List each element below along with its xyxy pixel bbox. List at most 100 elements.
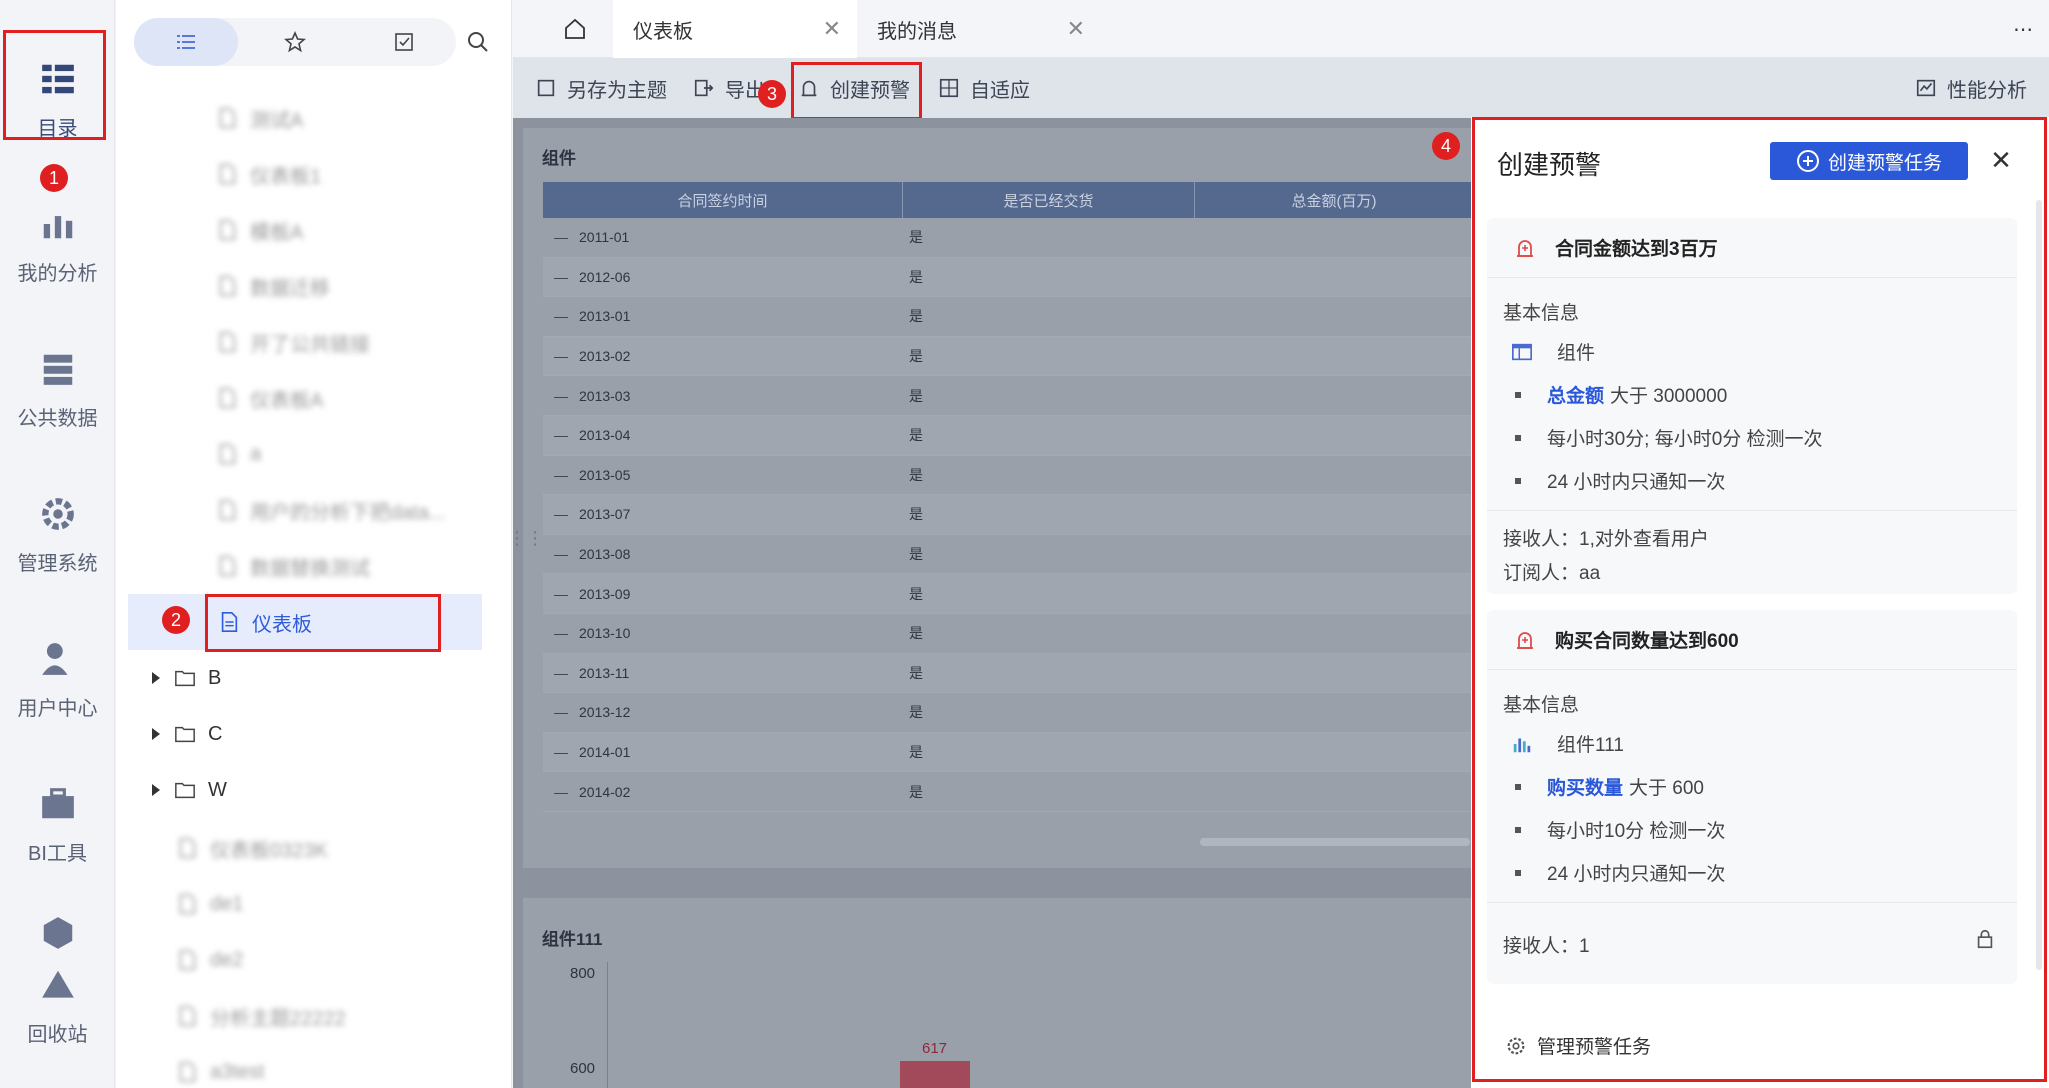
tasks-tab[interactable] — [352, 18, 456, 66]
table-row[interactable]: —2013-05 是 — [543, 456, 1473, 496]
tree-item[interactable]: 模板A — [116, 202, 512, 258]
expand-caret-icon[interactable] — [152, 728, 160, 740]
rail-item-analysis[interactable]: 我的分析 — [0, 175, 115, 315]
rail-item-recycle[interactable]: 回收站 — [0, 900, 115, 1060]
alert-card[interactable]: 合同金额达到3百万 基本信息 组件 总金额 大于 3000000 每小时30分;… — [1487, 218, 2017, 594]
row-collapse-icon[interactable]: — — [543, 784, 579, 800]
catalog-view-tabs — [134, 18, 554, 68]
table-cell: 2013-01 — [579, 308, 631, 325]
list-view-tab[interactable] — [134, 18, 238, 66]
expand-caret-icon[interactable] — [152, 784, 160, 796]
rail-label: BI工具 — [28, 842, 87, 865]
manage-alert-tasks-link[interactable]: 管理预警任务 — [1505, 1032, 1651, 1059]
tree-item[interactable]: de2 — [116, 932, 512, 988]
horizontal-scrollbar[interactable] — [1200, 838, 1470, 846]
document-icon — [219, 220, 236, 240]
table-row[interactable]: —2013-12 是 — [543, 693, 1473, 733]
table-cell: 2013-04 — [579, 427, 631, 444]
condition-text: 大于 3000000 — [1610, 386, 1728, 407]
row-collapse-icon[interactable]: — — [543, 625, 579, 641]
expand-caret-icon[interactable] — [152, 672, 160, 684]
tree-item[interactable]: 数据迁移 — [116, 258, 512, 314]
row-collapse-icon[interactable]: — — [543, 704, 579, 720]
folder-c[interactable]: C — [116, 706, 512, 762]
table-row[interactable]: —2013-04 是 — [543, 415, 1473, 456]
highlight-box-dashboard — [205, 594, 441, 652]
rail-item-bi-tools[interactable]: BI工具 — [0, 755, 115, 895]
bullet — [1515, 434, 1521, 441]
row-collapse-icon[interactable]: — — [543, 744, 579, 760]
tree-item[interactable]: de1 — [116, 876, 512, 932]
folder-w[interactable]: W — [116, 762, 512, 818]
resize-handle[interactable]: ⋮⋮ — [508, 528, 544, 549]
adaptive-button[interactable]: 自适应 — [938, 58, 1030, 118]
table-row[interactable]: —2013-09 是 — [543, 574, 1473, 614]
panel-scrollbar[interactable] — [2036, 200, 2042, 970]
table-row[interactable]: —2013-03 是 — [543, 376, 1473, 416]
export-button[interactable]: 导出 — [693, 58, 765, 118]
subscribers-text: 订阅人：aa — [1503, 563, 1601, 584]
column-header[interactable]: 总金额(百万) — [1195, 182, 1473, 218]
favorites-tab[interactable] — [243, 18, 347, 66]
table-row[interactable]: —2013-02 是 — [543, 336, 1473, 377]
close-panel-icon[interactable]: ✕ — [1986, 145, 2016, 175]
row-collapse-icon[interactable]: — — [543, 467, 579, 483]
metric-name: 购买数量 — [1547, 778, 1624, 799]
close-tab-icon[interactable]: ✕ — [823, 16, 841, 42]
tree-item[interactable]: 仪表板1 — [116, 146, 512, 202]
tree-item[interactable]: a — [116, 426, 512, 482]
row-collapse-icon[interactable]: — — [543, 546, 579, 562]
tree-item-label: a3test — [210, 1060, 265, 1083]
rail-item-user-center[interactable]: 用户中心 — [0, 610, 115, 750]
tree-item[interactable]: 测试A — [116, 90, 512, 146]
table-cell: 是 — [909, 348, 923, 365]
table-row[interactable]: —2013-07 是 — [543, 495, 1473, 535]
table-row[interactable]: —2013-11 是 — [543, 653, 1473, 694]
bullet — [1515, 826, 1521, 833]
more-menu-button[interactable]: ⋯ — [2003, 0, 2043, 58]
performance-button[interactable]: 性能分析 — [1915, 58, 2027, 118]
table-row[interactable]: —2013-01 是 — [543, 297, 1473, 337]
table-icon — [1512, 343, 1532, 360]
row-collapse-icon[interactable]: — — [543, 586, 579, 602]
row-collapse-icon[interactable]: — — [543, 427, 579, 443]
row-collapse-icon[interactable]: — — [543, 229, 579, 245]
row-collapse-icon[interactable]: — — [543, 506, 579, 522]
save-as-topic-button[interactable]: 另存为主题 — [535, 58, 667, 118]
table-row[interactable]: —2011-01 是 — [543, 218, 1473, 258]
lock-icon[interactable] — [1974, 928, 1996, 950]
table-row[interactable]: —2012-06 是 — [543, 257, 1473, 298]
widget-title: 组件 — [542, 149, 576, 168]
tree-item[interactable]: 开了公共链接 — [116, 314, 512, 370]
home-tab[interactable] — [537, 0, 613, 58]
search-button[interactable] — [448, 18, 508, 66]
tab-dashboard[interactable]: 仪表板 ✕ — [613, 0, 857, 58]
column-header[interactable]: 合同签约时间 — [543, 182, 903, 218]
folder-b[interactable]: B — [116, 650, 512, 706]
row-collapse-icon[interactable]: — — [543, 269, 579, 285]
document-icon — [219, 444, 236, 464]
row-collapse-icon[interactable]: — — [543, 388, 579, 404]
column-header[interactable]: 是否已经交货 — [903, 182, 1195, 218]
tab-messages[interactable]: 我的消息 ✕ — [857, 0, 1101, 58]
row-collapse-icon[interactable]: — — [543, 665, 579, 681]
rail-item-public-data[interactable]: 公共数据 — [0, 320, 115, 460]
row-collapse-icon[interactable]: — — [543, 308, 579, 324]
table-row[interactable]: —2013-10 是 — [543, 614, 1473, 654]
close-tab-icon[interactable]: ✕ — [1067, 16, 1085, 42]
tree-item[interactable]: 分析主题22222 — [116, 988, 512, 1044]
alert-card[interactable]: 购买合同数量达到600 基本信息 组件111 购买数量 大于 600 每小时10… — [1487, 610, 2017, 984]
table-row[interactable]: —2014-01 是 — [543, 732, 1473, 773]
tree-item[interactable]: 仪表板A — [116, 370, 512, 426]
home-icon — [565, 18, 585, 39]
tree-item[interactable]: 用户的分析下把data... — [116, 482, 512, 538]
tree-item[interactable]: a3test — [116, 1044, 512, 1088]
tree-item[interactable]: 数据替换测试 — [116, 538, 512, 594]
table-row[interactable]: —2014-02 是 — [543, 772, 1473, 812]
bullet — [1515, 783, 1521, 790]
table-row[interactable]: —2013-08 是 — [543, 535, 1473, 575]
row-collapse-icon[interactable]: — — [543, 348, 579, 364]
rail-item-admin[interactable]: 管理系统 — [0, 465, 115, 605]
tree-item[interactable]: 仪表板0323K — [116, 820, 512, 876]
create-alert-task-button[interactable]: 创建预警任务 — [1770, 142, 1968, 180]
